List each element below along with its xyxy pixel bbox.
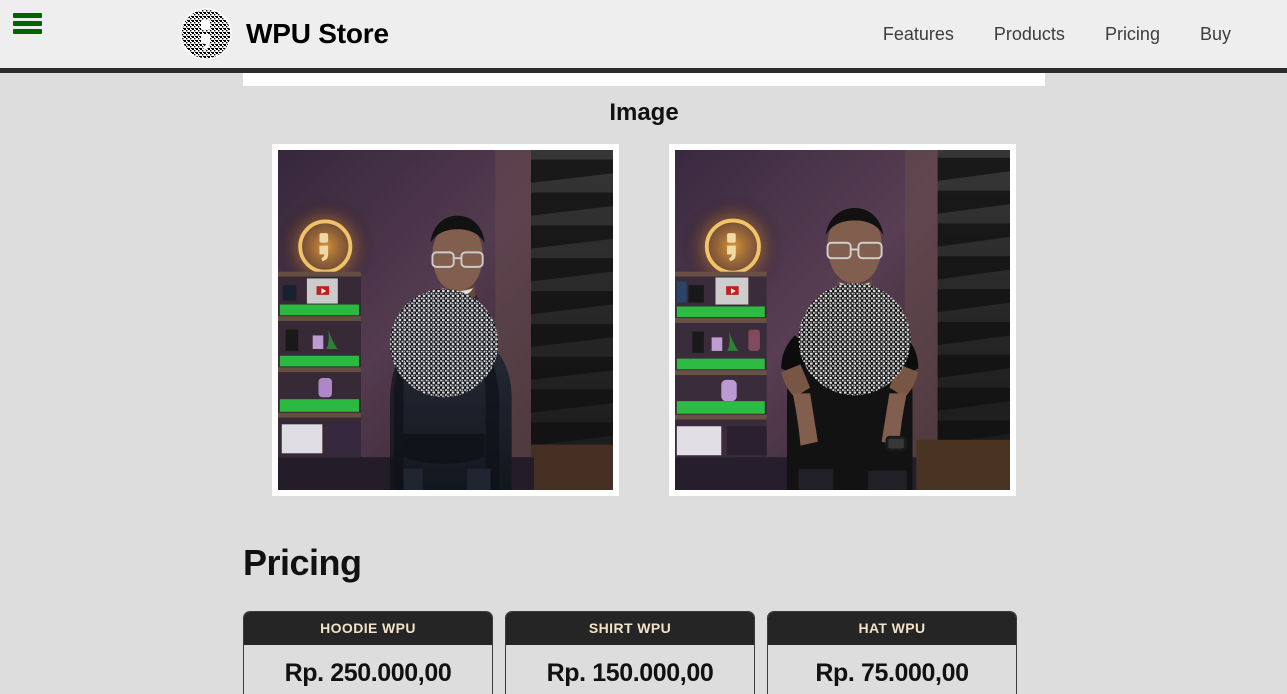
pricing-card-title: SHIRT WPU: [506, 611, 754, 645]
previous-section-edge: [243, 73, 1045, 86]
pricing-section: Pricing HOODIE WPU Rp. 250.000,00 Lorem …: [243, 543, 1287, 694]
nav-item-features[interactable]: Features: [863, 18, 974, 51]
product-image-hoodie[interactable]: [272, 143, 619, 496]
pricing-card-price: Rp. 75.000,00: [815, 658, 969, 687]
nav-item-products[interactable]: Products: [974, 18, 1085, 51]
wpu-semicolon-logo-icon: [180, 8, 232, 60]
brand-title: WPU Store: [246, 18, 389, 49]
hamburger-bar-2: [13, 21, 42, 26]
nav-item-pricing[interactable]: Pricing: [1085, 18, 1180, 51]
product-image-shirt[interactable]: [669, 143, 1016, 496]
top-navbar: WPU Store Features Products Pricing Buy: [0, 0, 1287, 73]
shirt-photo: [675, 149, 1010, 490]
primary-navigation: Features Products Pricing Buy: [863, 18, 1251, 51]
pricing-card-shirt: SHIRT WPU Rp. 150.000,00 Lorem ipsum dol…: [505, 610, 755, 694]
hamburger-bar-3: [13, 29, 42, 34]
pricing-card-hoodie: HOODIE WPU Rp. 250.000,00 Lorem ipsum do…: [243, 610, 493, 694]
pricing-card-body: Rp. 250.000,00 Lorem ipsum dolor sit ame…: [244, 645, 492, 694]
page-content: Image Pricing HOODIE WPU Rp. 250.000,00 …: [0, 73, 1287, 694]
pricing-card-title: HAT WPU: [768, 611, 1016, 645]
pricing-card-price: Rp. 250.000,00: [284, 658, 452, 687]
pricing-card-list: HOODIE WPU Rp. 250.000,00 Lorem ipsum do…: [243, 610, 1287, 694]
pricing-card-hat: HAT WPU Rp. 75.000,00 Lorem ipsum dolor …: [767, 610, 1017, 694]
pricing-title: Pricing: [243, 542, 362, 583]
hamburger-bar-1: [13, 13, 42, 18]
image-section: Image: [243, 87, 1045, 496]
brand-link[interactable]: WPU Store: [180, 8, 389, 60]
pricing-card-body: Rp. 150.000,00 Lorem ipsum dolor sit, am…: [506, 645, 754, 694]
image-gallery: [243, 143, 1045, 496]
nav-item-buy[interactable]: Buy: [1180, 18, 1251, 51]
hamburger-menu-icon[interactable]: [13, 10, 42, 37]
pricing-card-price: Rp. 150.000,00: [546, 658, 714, 687]
pricing-card-title: HOODIE WPU: [244, 611, 492, 645]
hoodie-photo: [278, 149, 613, 490]
pricing-card-body: Rp. 75.000,00 Lorem ipsum dolor sit, ame…: [768, 645, 1016, 694]
image-section-title: Image: [609, 99, 679, 126]
